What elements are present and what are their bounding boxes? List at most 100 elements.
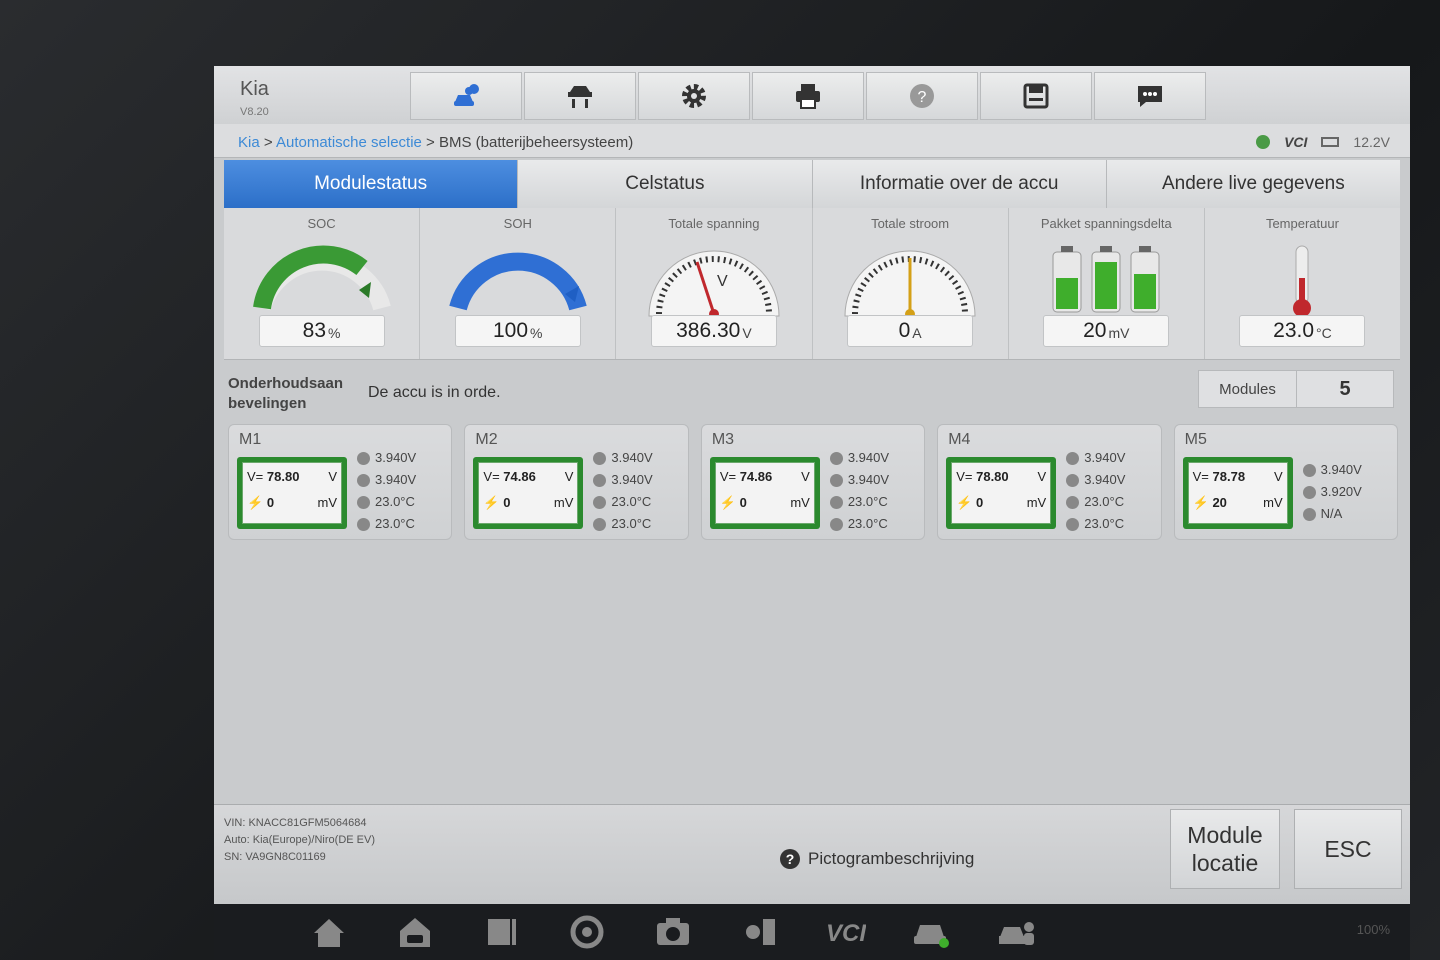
module-card-m5[interactable]: M5 V= 78.78 V ⚡ 20 mV 3.940V 3.920V N/A bbox=[1173, 424, 1399, 540]
tab-celstatus[interactable]: Celstatus bbox=[518, 160, 813, 208]
remote-expert-icon[interactable] bbox=[996, 913, 1038, 951]
delta-value: 20 bbox=[1083, 319, 1107, 342]
voltage-unit: V bbox=[1273, 469, 1283, 484]
voltage-prefix: V= bbox=[247, 469, 264, 484]
battery-voltage: 12.2V bbox=[1353, 134, 1390, 150]
module-stats: 3.940V 3.940V 23.0°C 23.0°C bbox=[1066, 447, 1125, 535]
module-card-m2[interactable]: M2 V= 74.86 V ⚡ 0 mV 3.940V 3.940V 23.0°C … bbox=[464, 424, 689, 540]
tab-modulestatus[interactable]: Modulestatus bbox=[224, 160, 519, 208]
icon-legend-link[interactable]: ? Pictogrambeschrijving bbox=[780, 849, 974, 869]
soh-value: 100 bbox=[493, 319, 529, 342]
bolt-icon: ⚡ bbox=[719, 495, 736, 510]
browser-icon[interactable] bbox=[566, 913, 608, 951]
min-temp-icon bbox=[593, 517, 607, 531]
breadcrumb: Kia > Automatische selectie > BMS (batte… bbox=[238, 134, 633, 151]
module-stats: 3.940V 3.920V N/A bbox=[1302, 459, 1362, 525]
voltage-gauge: Totale spanning V 386.30 V bbox=[616, 208, 813, 359]
brightness-icon[interactable] bbox=[738, 913, 780, 951]
module-voltage: 74.86 bbox=[739, 469, 773, 484]
help-button[interactable]: ? bbox=[866, 72, 978, 120]
soc-value-box: 83% bbox=[258, 315, 385, 347]
delta-value-box: 20 mV bbox=[1043, 315, 1170, 347]
app-screen: Kia V8.20 ? Kia > Automatische selectie … bbox=[214, 66, 1410, 904]
gauge-label: Temperatuur bbox=[1265, 216, 1339, 231]
module-delta: 0 bbox=[976, 495, 984, 510]
tab-accu-info[interactable]: Informatie over de accu bbox=[812, 160, 1107, 208]
min-temp-icon bbox=[829, 517, 843, 531]
chat-button[interactable] bbox=[1094, 72, 1206, 120]
settings-button[interactable] bbox=[638, 72, 750, 120]
max-voltage-icon bbox=[357, 451, 370, 465]
module-card-m3[interactable]: M3 V= 74.86 V ⚡ 0 mV 3.940V 3.940V 23.0°C … bbox=[700, 424, 926, 540]
min-cell-voltage: 3.940V bbox=[611, 472, 653, 487]
module-location-button[interactable]: Module locatie bbox=[1170, 809, 1280, 889]
min-voltage-icon bbox=[829, 473, 843, 487]
min-temp-icon bbox=[357, 517, 370, 531]
min-temp-icon bbox=[1066, 517, 1080, 531]
module-battery: V= 74.86 V ⚡ 0 mV bbox=[709, 457, 820, 529]
module-delta: 0 bbox=[739, 495, 747, 510]
voltage-unit: V bbox=[742, 325, 752, 341]
connection-status: VCI 12.2V bbox=[1256, 134, 1390, 150]
printer-icon bbox=[796, 84, 820, 109]
min-temperature: 23.0°C bbox=[847, 516, 888, 531]
breadcrumb-separator: > bbox=[421, 134, 439, 151]
camera-icon[interactable] bbox=[652, 913, 694, 951]
car-check-icon[interactable] bbox=[910, 913, 952, 951]
app-version: V8.20 bbox=[240, 106, 269, 118]
module-voltage: 78.80 bbox=[976, 469, 1009, 484]
max-cell-voltage: 3.940V bbox=[1320, 462, 1362, 477]
max-cell-voltage: 3.940V bbox=[1084, 450, 1126, 465]
home-icon[interactable] bbox=[308, 913, 350, 951]
android-nav-bar: VCI bbox=[214, 904, 1410, 960]
temperature-value: 23.0 bbox=[1273, 319, 1315, 342]
module-battery: V= 78.80 V ⚡ 0 mV bbox=[946, 457, 1057, 529]
max-temperature: 23.0°C bbox=[847, 494, 888, 509]
breadcrumb-kia[interactable]: Kia bbox=[238, 134, 260, 151]
max-voltage-icon bbox=[1302, 463, 1316, 477]
save-button[interactable] bbox=[980, 72, 1092, 120]
soh-gauge: SOH 100% bbox=[420, 208, 617, 359]
min-cell-voltage: 3.920V bbox=[1320, 484, 1362, 499]
voltage-value-box: 386.30 V bbox=[650, 315, 777, 347]
module-card-m4[interactable]: M4 V= 78.80 V ⚡ 0 mV 3.940V 3.940V 23.0°C … bbox=[937, 424, 1162, 540]
tab-bar: Modulestatus Celstatus Informatie over d… bbox=[224, 160, 1400, 208]
soc-value: 83 bbox=[302, 319, 327, 342]
module-battery: V= 74.86 V ⚡ 0 mV bbox=[473, 457, 584, 529]
car-cloud-icon bbox=[454, 84, 479, 106]
gauge-label: Pakket spanningsdelta bbox=[1040, 216, 1172, 231]
car-cloud-button[interactable] bbox=[410, 72, 522, 120]
module-name: M2 bbox=[475, 431, 498, 448]
module-name: M1 bbox=[239, 431, 262, 448]
max-temperature: 23.0°C bbox=[375, 494, 415, 509]
module-list: M1 V= 78.80 V ⚡ 0 mV 3.940V 3.940V 23.0°C … bbox=[228, 424, 1399, 542]
maintenance-text: De accu is in orde. bbox=[368, 384, 501, 401]
save-icon bbox=[1023, 83, 1049, 109]
max-temp-icon bbox=[357, 495, 370, 509]
tab-live-data[interactable]: Andere live gegevens bbox=[1106, 160, 1400, 208]
module-card-m1[interactable]: M1 V= 78.80 V ⚡ 0 mV 3.940V 3.940V 23.0°C … bbox=[228, 424, 453, 540]
module-name: M4 bbox=[948, 431, 971, 448]
module-delta: 20 bbox=[1212, 495, 1227, 510]
print-button[interactable] bbox=[752, 72, 864, 120]
recent-apps-icon[interactable] bbox=[480, 913, 522, 951]
voltmeter-icon: V bbox=[648, 250, 780, 318]
breadcrumb-auto-select[interactable]: Automatische selectie bbox=[276, 134, 422, 151]
temp-icon bbox=[1302, 507, 1316, 521]
auto-text: Auto: Kia(Europe)/Niro(DE EV) bbox=[224, 834, 375, 846]
max-cell-voltage: 3.940V bbox=[611, 450, 653, 465]
module-battery: V= 78.80 V ⚡ 0 mV bbox=[237, 457, 347, 529]
bolt-icon: ⚡ bbox=[956, 495, 973, 510]
breadcrumb-current: BMS (batterijbeheersysteem) bbox=[438, 134, 634, 151]
lift-icon bbox=[568, 86, 592, 108]
module-stats: 3.940V 3.940V 23.0°C 23.0°C bbox=[593, 447, 653, 535]
vci-icon[interactable]: VCI bbox=[824, 913, 866, 951]
battery-icon bbox=[1321, 137, 1340, 147]
car-home-icon[interactable] bbox=[394, 913, 436, 951]
temperature: N/A bbox=[1320, 506, 1343, 521]
maintenance-label: Onderhoudsaan bevelingen bbox=[228, 375, 344, 412]
toolbar: ? bbox=[410, 72, 1206, 120]
esc-button[interactable]: ESC bbox=[1294, 809, 1402, 889]
lift-button[interactable] bbox=[524, 72, 636, 120]
brand-name: Kia bbox=[240, 78, 269, 100]
